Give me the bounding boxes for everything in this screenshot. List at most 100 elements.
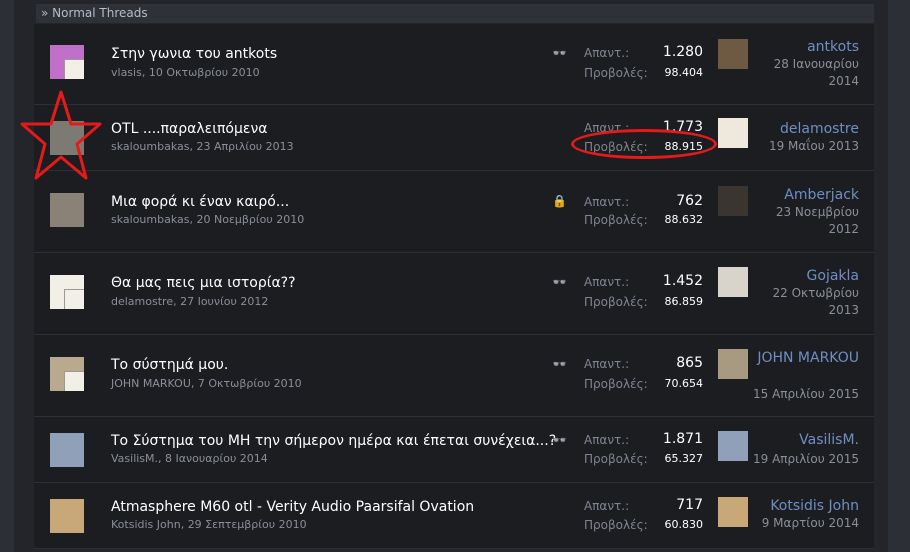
last-post-date: 19 Απριλίου 2015: [753, 452, 859, 466]
views-count: 86.859: [664, 295, 704, 308]
thread-meta: vlasis, 10 Οκτωβρίου 2010: [111, 66, 260, 79]
binoculars-icon: 👓: [552, 357, 567, 371]
replies-label: Απαντ.:: [584, 46, 630, 60]
last-poster-name[interactable]: Kotsidis John: [749, 497, 859, 515]
views-count: 60.830: [664, 518, 704, 531]
views-count: 88.632: [664, 213, 704, 226]
thread-title[interactable]: Το σύστημά μου.: [111, 357, 228, 373]
last-poster-name[interactable]: antkots: [749, 38, 859, 56]
last-poster-avatar[interactable]: [718, 431, 748, 461]
author-avatar[interactable]: [50, 193, 84, 227]
avatar-badge: [64, 59, 84, 79]
thread-row[interactable]: Το σύστημά μου. JOHN MARKOU, 7 Οκτωβρίου…: [34, 335, 874, 417]
last-post-date: 9 Μαρτίου 2014: [761, 516, 859, 530]
author-avatar[interactable]: [50, 357, 84, 391]
author-avatar[interactable]: [50, 45, 84, 79]
thread-title[interactable]: Στην γωνια του antkots: [111, 46, 277, 62]
thread-row[interactable]: Το Σύστημα του ΜΗ την σήμερον ημέρα και …: [34, 417, 874, 483]
last-poster-name[interactable]: delamostre: [749, 120, 859, 138]
right-border: [888, 0, 910, 552]
author-avatar[interactable]: [50, 275, 84, 309]
last-poster-avatar[interactable]: [718, 39, 748, 69]
thread-date: 29 Σεπτεμβρίου 2010: [187, 518, 307, 531]
last-poster-avatar[interactable]: [718, 118, 748, 148]
last-poster-avatar[interactable]: [718, 349, 748, 379]
views-count: 98.404: [664, 66, 704, 79]
avatar-badge: [64, 371, 84, 391]
replies-count: 865: [676, 355, 703, 371]
replies-label: Απαντ.:: [584, 433, 630, 447]
red-ellipse-annotation: [571, 129, 717, 159]
thread-author[interactable]: skaloumbakas: [111, 213, 190, 226]
author-avatar[interactable]: [50, 499, 84, 533]
thread-date: 7 Οκτωβρίου 2010: [197, 377, 302, 390]
replies-count: 717: [676, 497, 703, 513]
thread-meta: delamostre, 27 Ιουνίου 2012: [111, 295, 269, 308]
last-poster-name[interactable]: VasilisM.: [749, 431, 859, 449]
thread-title[interactable]: Το Σύστημα του ΜΗ την σήμερον ημέρα και …: [111, 433, 556, 449]
binoculars-icon: 👓: [552, 433, 567, 447]
thread-meta: JOHN MARKOU, 7 Οκτωβρίου 2010: [111, 377, 302, 390]
views-count: 70.654: [664, 377, 704, 390]
thread-row[interactable]: Θα μας πεις μια ιστορία?? delamostre, 27…: [34, 253, 874, 335]
views-label: Προβολές:: [584, 295, 648, 309]
views-label: Προβολές:: [584, 377, 648, 391]
thread-meta: Kotsidis John, 29 Σεπτεμβρίου 2010: [111, 518, 307, 531]
views-label: Προβολές:: [584, 518, 648, 532]
thread-list: Στην γωνια του antkots vlasis, 10 Οκτωβρ…: [34, 24, 874, 549]
thread-author[interactable]: Kotsidis John: [111, 518, 181, 531]
last-post-date: 28 Ιανουαρίου 2014: [773, 57, 859, 88]
thread-author[interactable]: skaloumbakas: [111, 140, 190, 153]
thread-row[interactable]: OTL ....παραλειπόμενα skaloumbakas, 23 Α…: [34, 105, 874, 171]
thread-date: 8 Ιανουαρίου 2014: [165, 452, 268, 465]
views-label: Προβολές:: [584, 452, 648, 466]
avatar-badge: [64, 289, 84, 309]
last-poster-name[interactable]: JOHN MARKOU: [749, 349, 859, 367]
replies-label: Απαντ.:: [584, 357, 630, 371]
thread-author[interactable]: vlasis: [111, 66, 142, 79]
thread-meta: VasilisM., 8 Ιανουαρίου 2014: [111, 452, 268, 465]
last-post-date: 23 Νοεμβρίου 2012: [775, 205, 859, 236]
replies-label: Απαντ.:: [584, 499, 630, 513]
views-count: 65.327: [664, 452, 704, 465]
author-avatar[interactable]: [50, 121, 84, 155]
last-poster-name[interactable]: Amberjack: [749, 186, 859, 204]
last-poster-avatar[interactable]: [718, 186, 748, 216]
views-label: Προβολές:: [584, 66, 648, 80]
thread-title[interactable]: Θα μας πεις μια ιστορία??: [111, 275, 296, 291]
lock-icon: 🔒: [552, 194, 567, 208]
author-avatar[interactable]: [50, 433, 84, 467]
replies-count: 762: [676, 193, 703, 209]
last-poster-avatar[interactable]: [718, 497, 748, 527]
replies-label: Απαντ.:: [584, 195, 630, 209]
section-header: » Normal Threads: [36, 4, 874, 23]
thread-row[interactable]: Atmasphere M60 otl - Verity Audio Paarsi…: [34, 483, 874, 549]
thread-date: 23 Απριλίου 2013: [196, 140, 294, 153]
thread-author[interactable]: JOHN MARKOU: [111, 377, 191, 390]
last-poster-avatar[interactable]: [718, 267, 748, 297]
views-label: Προβολές:: [584, 213, 648, 227]
replies-count: 1.871: [662, 431, 703, 447]
thread-title[interactable]: OTL ....παραλειπόμενα: [111, 121, 268, 137]
thread-date: 10 Οκτωβρίου 2010: [148, 66, 260, 79]
replies-count: 1.452: [662, 273, 703, 289]
last-post-date: 22 Οκτωβρίου 2013: [772, 286, 860, 317]
thread-meta: skaloumbakas, 20 Νοεμβρίου 2010: [111, 213, 305, 226]
last-poster-name[interactable]: Gojakla: [749, 267, 859, 285]
thread-date: 20 Νοεμβρίου 2010: [196, 213, 305, 226]
replies-label: Απαντ.:: [584, 275, 630, 289]
forum-page: » Normal Threads Στην γωνια του antkots …: [0, 0, 910, 552]
thread-row[interactable]: Στην γωνια του antkots vlasis, 10 Οκτωβρ…: [34, 24, 874, 105]
left-border: [0, 0, 14, 552]
binoculars-icon: 👓: [552, 46, 567, 60]
thread-meta: skaloumbakas, 23 Απριλίου 2013: [111, 140, 294, 153]
thread-author[interactable]: VasilisM.: [111, 452, 158, 465]
thread-date: 27 Ιουνίου 2012: [180, 295, 269, 308]
thread-author[interactable]: delamostre: [111, 295, 173, 308]
last-post-date: 19 Μαΐου 2013: [768, 139, 859, 153]
thread-row[interactable]: Μια φορά κι έναν καιρό... skaloumbakas, …: [34, 171, 874, 253]
thread-title[interactable]: Atmasphere M60 otl - Verity Audio Paarsi…: [111, 499, 474, 515]
binoculars-icon: 👓: [552, 275, 567, 289]
thread-title[interactable]: Μια φορά κι έναν καιρό...: [111, 194, 289, 210]
replies-count: 1.280: [662, 44, 703, 60]
